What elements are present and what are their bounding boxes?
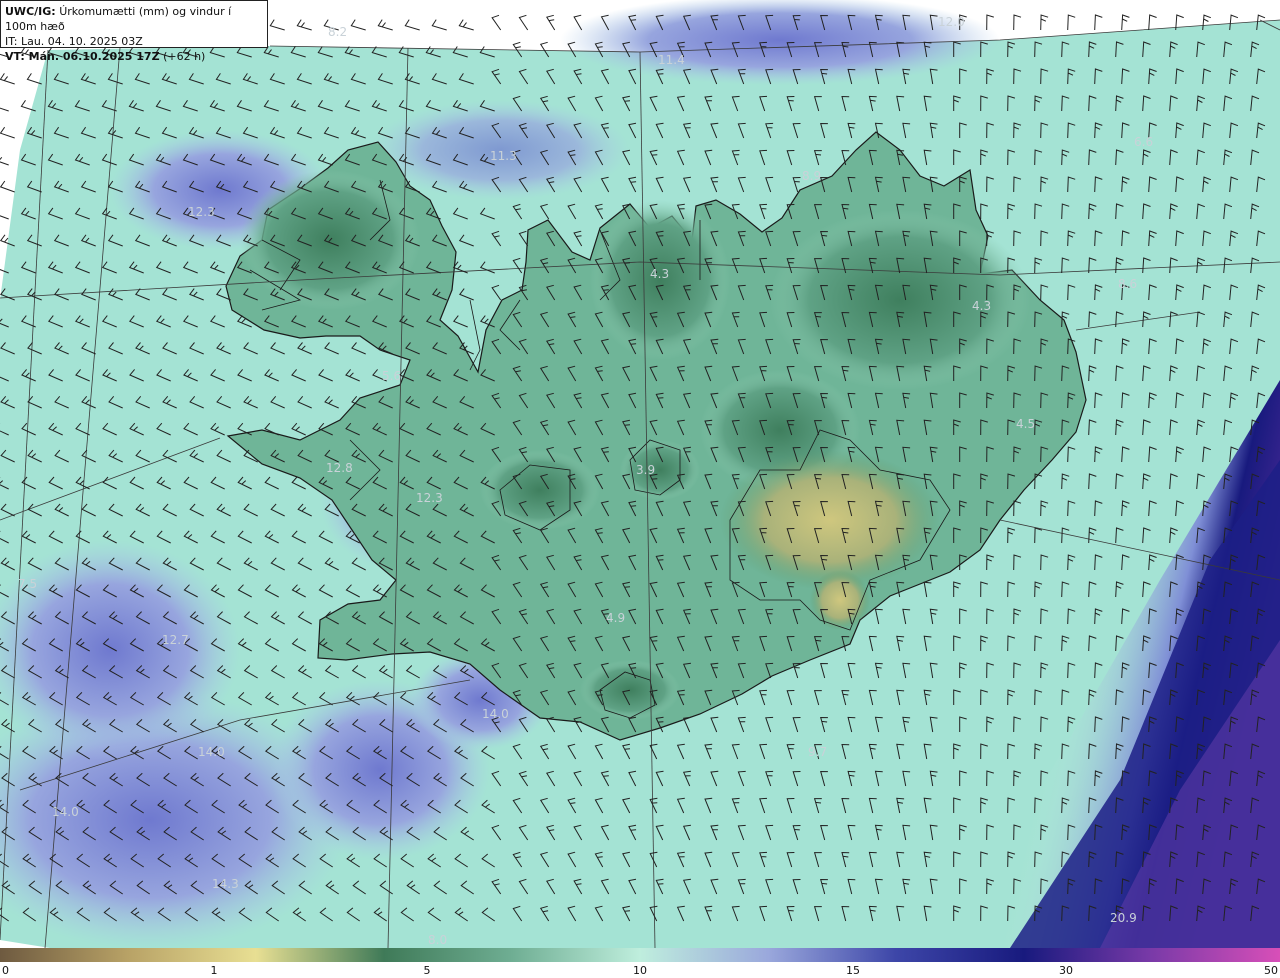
colorbar-strip — [0, 948, 1280, 962]
colorbar-tick: 10 — [633, 964, 647, 977]
wind-barb — [0, 73, 15, 85]
wind-barb — [546, 14, 556, 31]
value-label: 9.7 — [808, 745, 827, 759]
colorbar-tick: 50 — [1264, 964, 1278, 977]
value-label: 12.7 — [162, 633, 189, 647]
value-label: 8.9 — [802, 169, 821, 183]
init-time: IT: Lau. 04. 10. 2025 03Z — [5, 35, 143, 48]
value-label: 8.2 — [328, 25, 347, 39]
colorbar: 0 1 5 10 15 30 50 — [0, 948, 1280, 978]
value-label: 4.5 — [1016, 417, 1035, 431]
value-label: 6.6 — [1134, 135, 1153, 149]
colorbar-tick: 0 — [2, 964, 9, 977]
wind-barb — [0, 126, 15, 139]
wind-barb — [1040, 14, 1049, 31]
colorbar-tick: 1 — [210, 964, 218, 977]
wind-barb — [1013, 14, 1022, 31]
wind-barb — [1094, 14, 1103, 31]
wind-barb — [269, 19, 285, 31]
colorbar-tick: 15 — [846, 964, 860, 977]
model-label: UWC/IG: — [5, 5, 56, 18]
valid-time-line: VT: Mán. 06.10.2025 17Z (+62 h) — [5, 49, 263, 64]
wind-barb — [518, 14, 529, 31]
wind-barb — [296, 19, 312, 31]
value-label: 4.3 — [972, 299, 991, 313]
wind-barb — [0, 156, 9, 166]
wind-barb — [350, 19, 366, 31]
colorbar-tick: 5 — [423, 964, 431, 977]
value-label: 8.0 — [428, 933, 447, 947]
wind-barb — [377, 19, 393, 31]
wind-barb — [404, 19, 420, 31]
value-label: 7.5 — [18, 577, 37, 591]
value-label: 14.0 — [482, 707, 509, 721]
wind-barb — [0, 215, 9, 220]
value-label: 12.3 — [188, 205, 215, 219]
value-label: 12.0 — [938, 15, 965, 29]
value-label: 14.3 — [212, 877, 239, 891]
wind-barb — [458, 19, 474, 31]
vatnajokull-low-precip — [720, 450, 940, 590]
lead-time: (+62 h) — [163, 50, 206, 63]
colorbar-tick: 30 — [1059, 964, 1073, 977]
value-label: 12.3 — [416, 491, 443, 505]
wind-barb — [0, 180, 15, 193]
value-label: 8.6 — [1118, 277, 1137, 291]
glacier-south-tongue — [810, 570, 870, 630]
valid-time: VT: Mán. 06.10.2025 17Z — [5, 50, 160, 63]
value-label: 11.4 — [658, 53, 685, 67]
value-label: 4.3 — [650, 267, 669, 281]
wind-barb — [1067, 14, 1076, 31]
value-label: 14.0 — [52, 805, 79, 819]
value-label: 5.6 — [382, 369, 401, 383]
wind-barb — [0, 107, 9, 112]
value-label: 14.0 — [198, 745, 225, 759]
wind-barb — [1148, 14, 1157, 31]
wind-barb — [431, 19, 447, 31]
value-label: 4.9 — [606, 611, 625, 625]
title-line: UWC/IG: Úrkomumætti (mm) og vindur í 100… — [5, 4, 263, 34]
precipitation-map: 8.2 12.0 11.4 11.3 6.6 12.3 8.9 4.3 4.3 … — [0, 0, 1280, 948]
wind-barb — [1121, 14, 1130, 31]
value-label: 12.8 — [326, 461, 353, 475]
value-label: 3.9 — [636, 463, 655, 477]
value-label: 11.3 — [490, 149, 517, 163]
wind-barb — [491, 14, 502, 31]
value-label: 20.9 — [1110, 911, 1137, 925]
map-title-box: UWC/IG: Úrkomumætti (mm) og vindur í 100… — [0, 0, 268, 63]
